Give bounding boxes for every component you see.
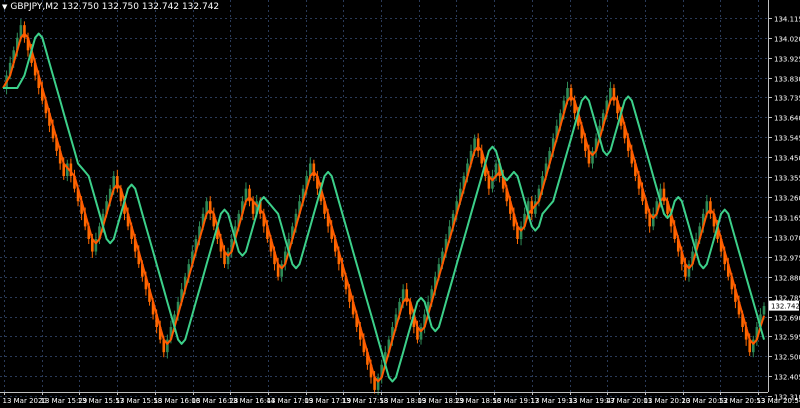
y-tick-label: 133.260 <box>774 195 800 203</box>
candles <box>5 18 766 395</box>
y-tick-label: 133.165 <box>774 215 800 223</box>
y-tick-label: 133.830 <box>774 76 800 84</box>
axes <box>0 0 772 397</box>
y-tick-label: 132.880 <box>774 275 800 283</box>
y-tick-label: 133.070 <box>774 235 800 243</box>
grid <box>0 0 768 397</box>
y-tick-label: 133.545 <box>774 135 800 143</box>
y-tick-label: 132.595 <box>774 334 800 342</box>
y-tick-label: 134.115 <box>774 16 800 24</box>
current-price-tag-label: 132.742 <box>771 303 800 311</box>
symbol-label: GBPJPY,M2 <box>10 2 59 12</box>
y-tick-label: 132.690 <box>774 315 800 323</box>
price-chart[interactable]: 134.115 134.020 133.925 133.830 133.735 133.6… <box>0 0 800 408</box>
y-tick-label: 133.640 <box>774 115 800 123</box>
bull-candle <box>762 306 766 315</box>
y-tick-label: 133.735 <box>774 95 800 103</box>
y-tick-label: 134.020 <box>774 36 800 44</box>
price-axis-labels: 134.115 134.020 133.925 133.830 133.735 133.6… <box>774 16 800 402</box>
y-tick-label: 132.500 <box>774 354 800 362</box>
y-tick-label: 133.925 <box>774 56 800 64</box>
current-price-tag: 132.742 <box>769 300 800 311</box>
y-tick-label: 132.405 <box>774 374 800 382</box>
y-tick-label: 133.355 <box>774 175 800 183</box>
y-tick-label: 132.975 <box>774 255 800 263</box>
time-axis-labels: 13 Mar 202013 Mar 15:2913 Mar 15:5713 Ma… <box>3 397 800 405</box>
triangle-down-icon[interactable]: ▼ <box>2 1 7 13</box>
ohlc-label: 132.750 132.750 132.742 132.742 <box>61 2 220 12</box>
x-tick-label: 13 Mar 20:54 <box>757 397 800 405</box>
chart-header: ▼ GBPJPY,M2 132.750 132.750 132.742 132.… <box>2 1 219 13</box>
y-tick-label: 133.450 <box>774 155 800 163</box>
